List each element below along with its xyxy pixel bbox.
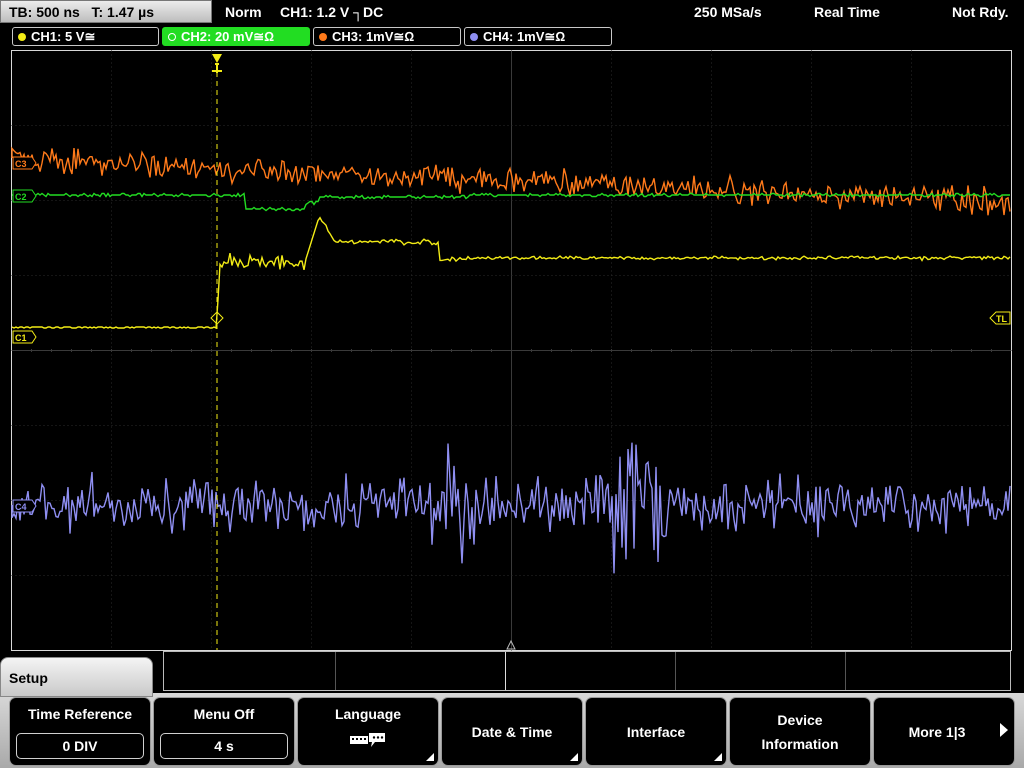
timebase-value: TB: 500 ns	[9, 4, 80, 20]
submenu-corner-icon	[570, 753, 578, 761]
ruler-tick-center	[505, 652, 506, 690]
waveform-display[interactable]: C3 C2 C1 C4 TL	[0, 48, 1024, 651]
time-reference-label: Time Reference	[27, 706, 132, 722]
ch3-marker-label: C3	[15, 159, 27, 169]
timebase-box[interactable]: TB: 500 ns T: 1.47 µs	[0, 0, 212, 23]
sample-rate: 250 MSa/s	[694, 4, 762, 20]
zoom-ruler	[163, 651, 1011, 691]
channel-tab-ch1[interactable]: CH1: 5 V≅	[12, 27, 159, 46]
ruler-tick	[675, 652, 676, 690]
channel-tab-ch4[interactable]: CH4: 1mV≅Ω	[464, 27, 612, 46]
ch1-dot-icon	[18, 33, 26, 41]
date-time-label: Date & Time	[471, 724, 553, 740]
acquisition-mode: Real Time	[814, 4, 880, 20]
ch2-marker[interactable]: C2	[12, 189, 37, 203]
submenu-corner-icon	[714, 753, 722, 761]
keyboard-speech-icon	[350, 733, 385, 747]
more-label: More 1|3	[908, 724, 966, 740]
ch1-label: CH1: 5 V≅	[31, 29, 96, 44]
ch3-marker[interactable]: C3	[12, 156, 37, 170]
channel-tab-ch2[interactable]: CH2: 20 mV≅Ω	[162, 27, 310, 46]
ch4-dot-icon	[470, 33, 478, 41]
interface-label: Interface	[626, 724, 686, 740]
device-information-label-2: Information	[761, 736, 839, 752]
menu-off-value[interactable]: 4 s	[160, 733, 288, 759]
trigger-time-value: T: 1.47 µs	[91, 4, 155, 20]
trigger-mode[interactable]: Norm	[225, 0, 262, 24]
device-information-label-1: Device	[777, 712, 823, 728]
ch1-marker-label: C1	[15, 333, 27, 343]
ch4-label: CH4: 1mV≅Ω	[483, 29, 566, 44]
ch1-marker[interactable]: C1	[12, 330, 37, 344]
ruler-tick	[335, 652, 336, 690]
menu-off-button[interactable]: Menu Off 4 s	[153, 697, 295, 766]
arrow-right-icon	[1000, 723, 1008, 737]
submenu-corner-icon	[426, 753, 434, 761]
ch3-label: CH3: 1mV≅Ω	[332, 29, 415, 44]
time-reference-button[interactable]: Time Reference 0 DIV	[9, 697, 151, 766]
ch4-marker[interactable]: C4	[12, 499, 37, 513]
trigger-level-label: TL	[996, 314, 1007, 324]
ch2-label: CH2: 20 mV≅Ω	[181, 29, 275, 44]
status-bar: TB: 500 ns T: 1.47 µs Norm CH1: 1.2 V ┐D…	[0, 0, 1024, 24]
interface-button[interactable]: Interface	[585, 697, 727, 766]
trigger-state: Not Rdy.	[952, 4, 1009, 20]
trigger-setting[interactable]: CH1: 1.2 V ┐DC	[280, 0, 383, 24]
channel-tab-ch3[interactable]: CH3: 1mV≅Ω	[313, 27, 461, 46]
device-information-button[interactable]: Device Information	[729, 697, 871, 766]
menu-title-setup: Setup	[0, 657, 153, 697]
more-button[interactable]: More 1|3	[873, 697, 1015, 766]
language-label: Language	[334, 706, 402, 722]
ch3-dot-icon	[319, 33, 327, 41]
date-time-button[interactable]: Date & Time	[441, 697, 583, 766]
time-reference-value[interactable]: 0 DIV	[16, 733, 144, 759]
menu-off-label: Menu Off	[193, 706, 255, 722]
ch2-marker-label: C2	[15, 192, 27, 202]
language-button[interactable]: Language	[297, 697, 439, 766]
ch2-dot-icon	[168, 33, 176, 41]
ch4-marker-label: C4	[15, 502, 27, 512]
ruler-tick	[845, 652, 846, 690]
